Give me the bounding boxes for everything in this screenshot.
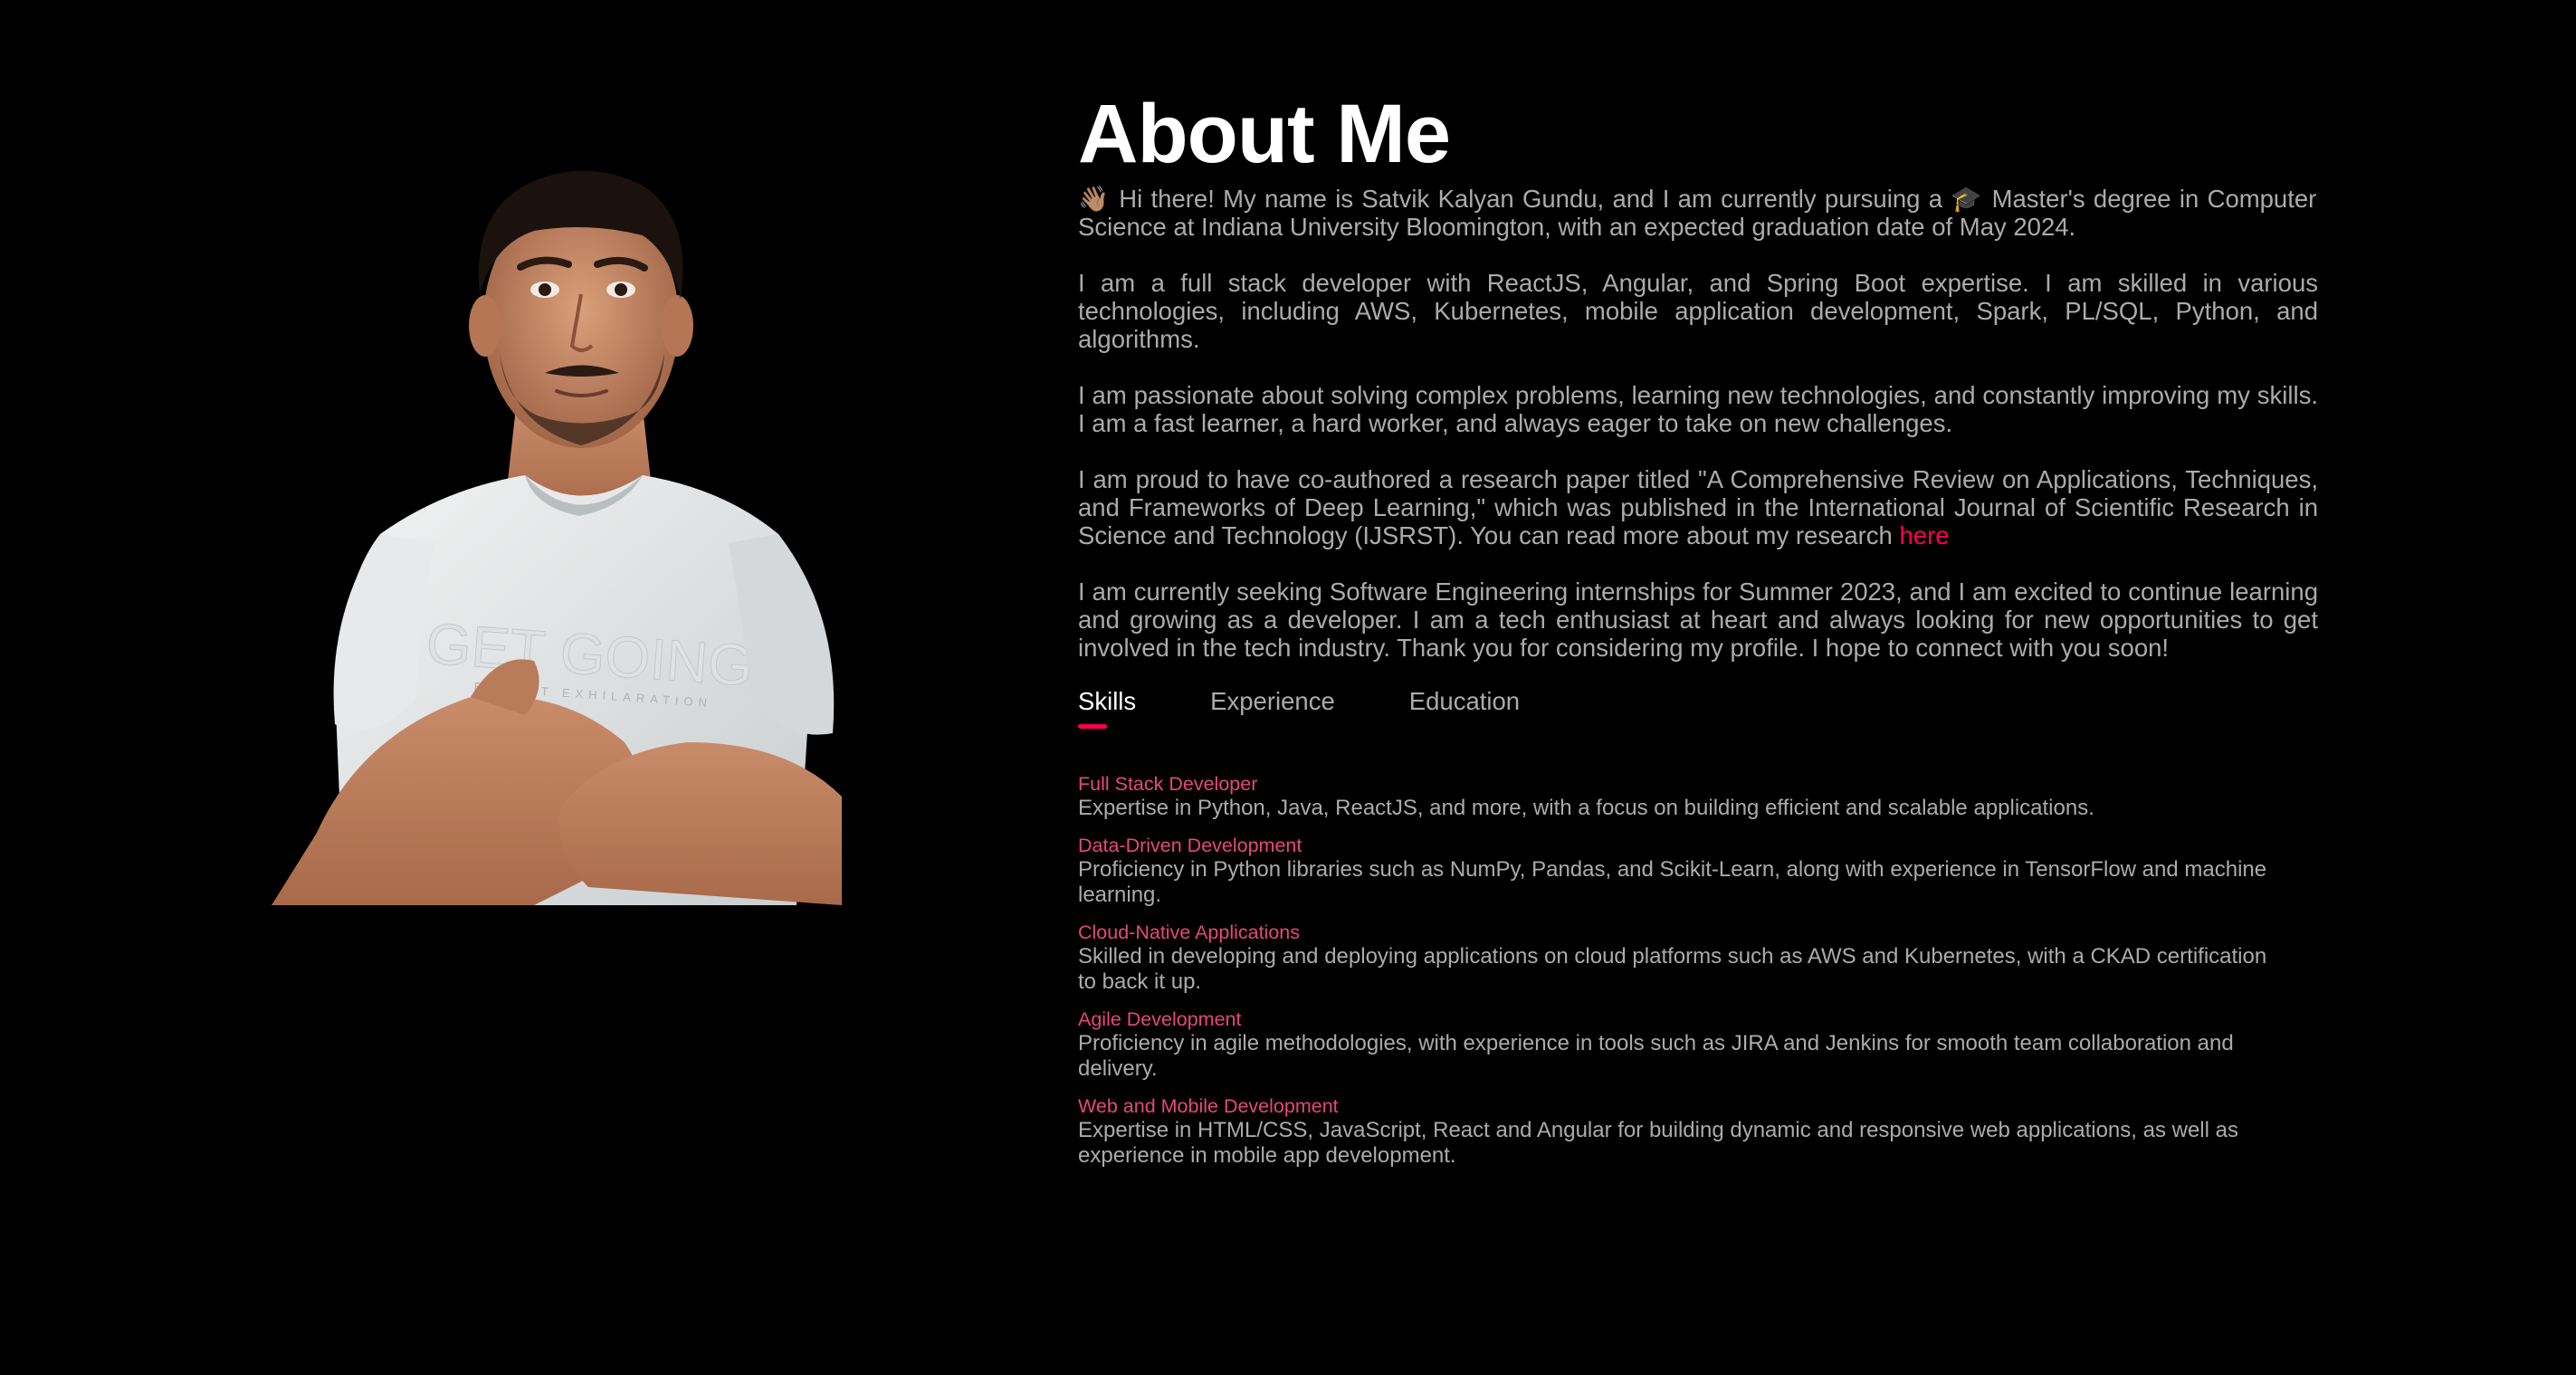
skills-paragraph: I am a full stack developer with ReactJS… bbox=[1078, 269, 2318, 353]
skill-title: Agile Development bbox=[1078, 1008, 1242, 1030]
tab-education[interactable]: Education bbox=[1409, 686, 1525, 729]
skill-title: Web and Mobile Development bbox=[1078, 1095, 1339, 1117]
profile-photo: GET GOING EXPECT EXHILARATION bbox=[262, 109, 896, 905]
skills-list: Full Stack Developer Expertise in Python… bbox=[1078, 772, 2318, 1169]
skill-title: Cloud-Native Applications bbox=[1078, 921, 1300, 943]
tab-experience[interactable]: Experience bbox=[1210, 686, 1340, 729]
about-text: 👋🏽 Hi there! My name is Satvik Kalyan Gu… bbox=[1078, 185, 2318, 662]
research-link[interactable]: here bbox=[1900, 521, 1950, 549]
passion-paragraph: I am passionate about solving complex pr… bbox=[1078, 381, 2318, 437]
intro-paragraph: 👋🏽 Hi there! My name is Satvik Kalyan Gu… bbox=[1078, 185, 2317, 241]
skill-description: Proficiency in Python libraries such as … bbox=[1078, 857, 2267, 907]
skill-description: Expertise in Python, Java, ReactJS, and … bbox=[1078, 796, 2094, 820]
list-item: Cloud-Native Applications Skilled in dev… bbox=[1078, 921, 2273, 995]
tab-bar: Skills Experience Education bbox=[1078, 686, 2318, 729]
skill-title: Data-Driven Development bbox=[1078, 835, 1302, 856]
list-item: Data-Driven Development Proficiency in P… bbox=[1078, 834, 2273, 908]
skill-description: Expertise in HTML/CSS, JavaScript, React… bbox=[1078, 1118, 2238, 1168]
skill-description: Skilled in developing and deploying appl… bbox=[1078, 944, 2267, 994]
skill-title: Full Stack Developer bbox=[1078, 773, 1258, 795]
list-item: Agile Development Proficiency in agile m… bbox=[1078, 1007, 2273, 1082]
list-item: Web and Mobile Development Expertise in … bbox=[1078, 1094, 2273, 1169]
internship-paragraph: I am currently seeking Software Engineer… bbox=[1078, 578, 2318, 662]
research-paragraph: I am proud to have co-authored a researc… bbox=[1078, 465, 2318, 549]
list-item: Full Stack Developer Expertise in Python… bbox=[1078, 772, 2273, 821]
page-title: About Me bbox=[1078, 88, 1451, 180]
about-section: About Me 👋🏽 Hi there! My name is Satvik … bbox=[1078, 87, 2318, 1181]
skill-description: Proficiency in agile methodologies, with… bbox=[1078, 1031, 2234, 1081]
tab-skills[interactable]: Skills bbox=[1078, 686, 1141, 729]
research-paragraph-text: I am proud to have co-authored a researc… bbox=[1078, 465, 2318, 549]
